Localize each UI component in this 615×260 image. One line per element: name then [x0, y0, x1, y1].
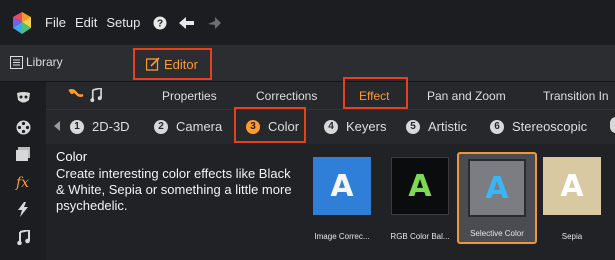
editor-label: Editor	[164, 56, 198, 72]
transition-icon[interactable]	[15, 201, 31, 217]
menu-bar: File Edit Setup ?	[0, 0, 615, 45]
tab-properties[interactable]: Properties	[162, 89, 217, 103]
effect-tile-selected[interactable]: A Selective Color	[457, 152, 537, 244]
effect-thumbnail: A	[391, 157, 449, 215]
film-reel-icon[interactable]	[15, 119, 31, 135]
subtab-label: Artistic	[428, 119, 467, 134]
subtab-artistic[interactable]: 5 Artistic	[406, 119, 467, 134]
scroll-right-indicator[interactable]	[610, 117, 615, 133]
audio-icon[interactable]	[90, 87, 102, 105]
title-icon[interactable]	[15, 146, 31, 162]
effect-highlight-box	[343, 77, 408, 109]
fx-icon[interactable]: fx	[15, 174, 31, 190]
category-tabs: Properties Corrections Effect Pan and Zo…	[46, 82, 615, 109]
library-label: Library	[26, 55, 63, 69]
effect-tile[interactable]: A Image Correc...	[302, 157, 382, 241]
effect-label: RGB Color Bal...	[390, 232, 450, 241]
category-description: Create interesting color effects like Bl…	[56, 166, 292, 213]
subtab-label: Camera	[176, 119, 223, 134]
effect-label: Sepia	[561, 232, 583, 241]
tab-transition-in[interactable]: Transition In	[543, 89, 609, 103]
subtab-number: 6	[490, 119, 504, 134]
video-icon[interactable]	[68, 88, 84, 104]
effect-label: Image Correc...	[314, 232, 370, 241]
color-highlight-box	[234, 107, 306, 143]
subtab-number: 1	[70, 119, 84, 134]
scroll-left-arrow-icon[interactable]	[54, 121, 60, 131]
effect-thumbnail: A	[313, 157, 371, 215]
music-icon[interactable]	[15, 229, 31, 245]
effect-tile[interactable]: A RGB Color Bal...	[380, 157, 460, 241]
subtab-stereoscopic[interactable]: 6 Stereoscopic	[490, 119, 587, 134]
tab-pan-and-zoom[interactable]: Pan and Zoom	[427, 89, 506, 103]
mask-icon[interactable]	[15, 90, 31, 106]
editor-tab[interactable]: Editor	[133, 48, 212, 80]
subtab-camera[interactable]: 2 Camera	[154, 119, 222, 134]
effect-tile[interactable]: A Sepia	[532, 157, 612, 241]
menu-edit[interactable]: Edit	[75, 15, 97, 30]
subtab-label: Keyers	[346, 119, 387, 134]
redo-icon[interactable]	[207, 16, 222, 29]
subtab-2d-3d[interactable]: 1 2D-3D	[70, 119, 130, 134]
library-icon	[10, 55, 23, 69]
subtab-number: 2	[154, 119, 168, 134]
svg-text:fx: fx	[15, 175, 29, 190]
menu-setup[interactable]: Setup	[106, 15, 140, 30]
library-tab[interactable]: Library	[10, 55, 63, 69]
category-title: Color	[56, 149, 88, 164]
left-toolbar: fx	[0, 82, 46, 260]
editor-icon	[146, 57, 160, 71]
effect-label: Selective Color	[470, 229, 524, 238]
menu-file[interactable]: File	[45, 15, 66, 30]
undo-icon[interactable]	[179, 16, 195, 29]
subtab-number: 4	[324, 119, 338, 134]
subcategory-tabs: 1 2D-3D 2 Camera 3 Color 4 Keyers 5 Artistic …	[46, 109, 615, 144]
tab-corrections[interactable]: Corrections	[256, 89, 317, 103]
mode-bar: Library Editor	[0, 45, 615, 82]
subtab-number: 5	[406, 119, 420, 134]
subtab-keyers[interactable]: 4 Keyers	[324, 119, 386, 134]
svg-text:?: ?	[157, 18, 163, 29]
subtab-label: Stereoscopic	[512, 119, 588, 134]
effect-thumbnail: A	[468, 159, 526, 217]
effect-thumbnail: A	[543, 157, 601, 215]
subtab-label: 2D-3D	[92, 119, 130, 134]
help-icon[interactable]: ?	[153, 16, 167, 30]
app-logo-icon	[13, 11, 31, 34]
